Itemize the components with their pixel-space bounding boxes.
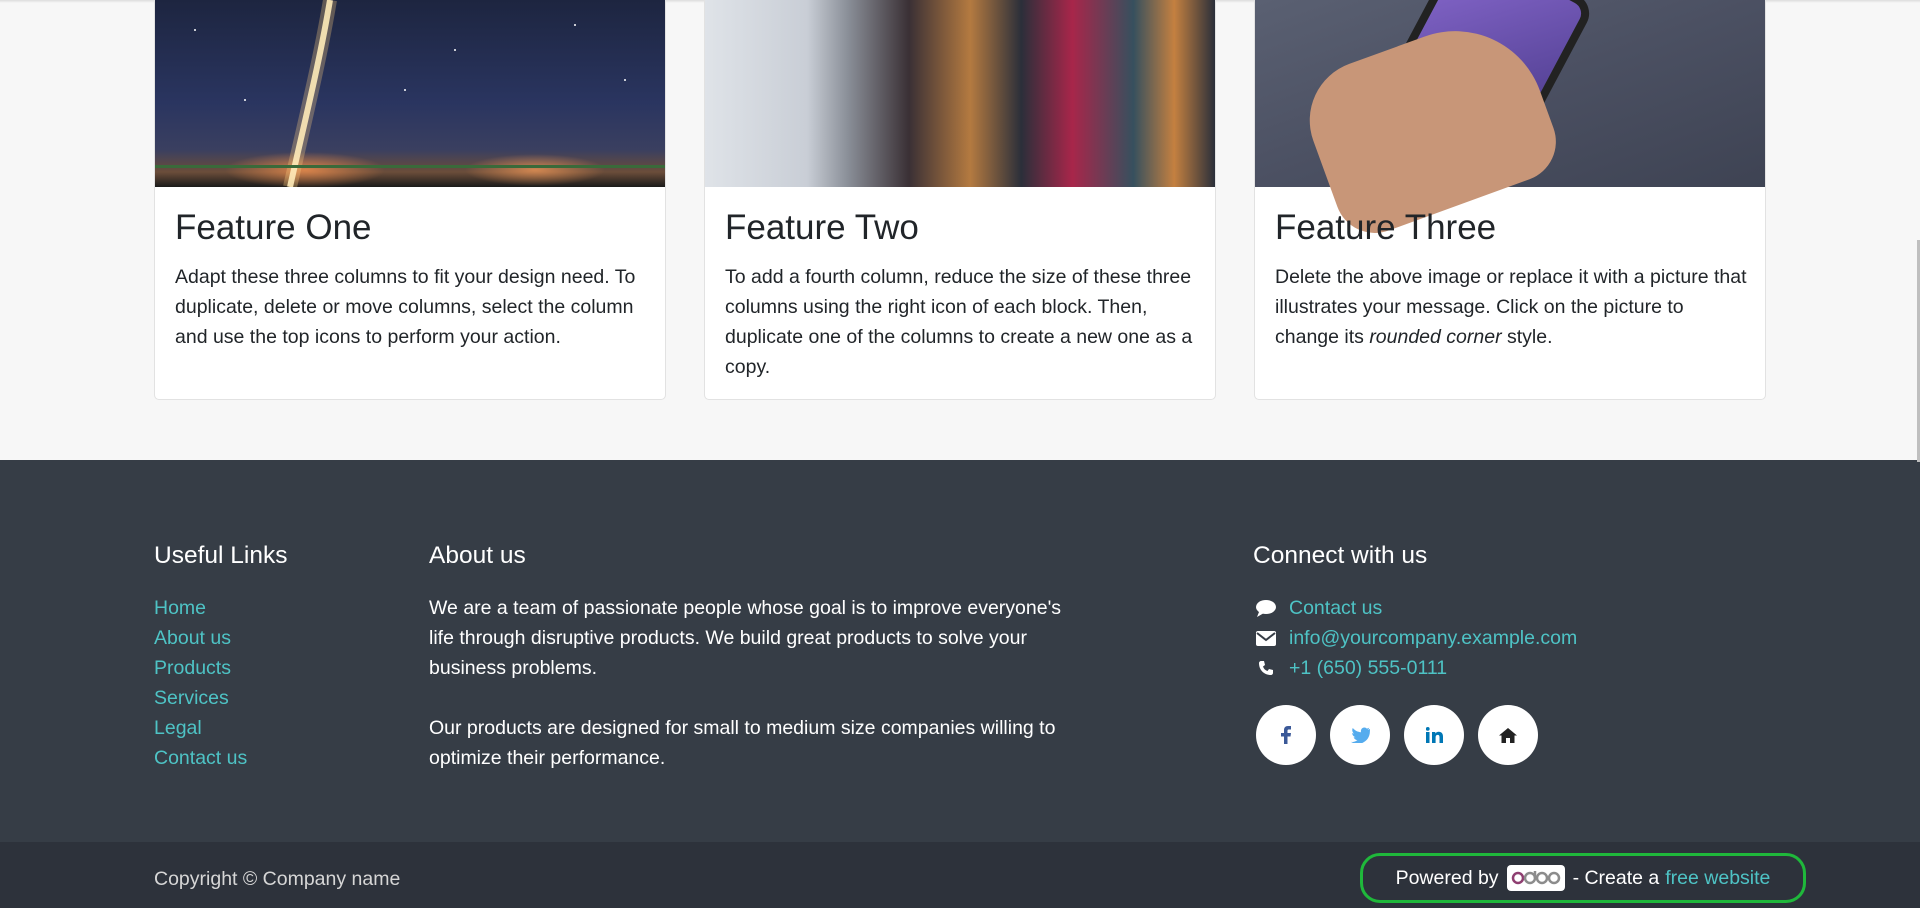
feature-text-emphasis: rounded corner bbox=[1369, 326, 1502, 348]
contact-us-link[interactable]: Contact us bbox=[1289, 593, 1382, 623]
about-paragraph: Our products are designed for small to m… bbox=[429, 717, 1056, 769]
link-legal[interactable]: Legal bbox=[154, 717, 202, 739]
facebook-icon bbox=[1281, 726, 1291, 744]
odoo-logo[interactable] bbox=[1506, 865, 1565, 891]
feature-text: Adapt these three columns to fit your de… bbox=[175, 266, 636, 348]
list-item: Legal bbox=[154, 713, 247, 743]
powered-by-text: Powered by bbox=[1395, 866, 1499, 889]
connect-list: Contact us info@yourcompany.example.com … bbox=[1253, 593, 1577, 683]
footer: Useful Links Home About us Products Serv… bbox=[0, 460, 1920, 842]
feature-text: To add a fourth column, reduce the size … bbox=[725, 266, 1193, 378]
home-button[interactable] bbox=[1478, 705, 1538, 765]
list-item: +1 (650) 555-0111 bbox=[1253, 653, 1577, 683]
phone-icon bbox=[1253, 658, 1279, 678]
link-home[interactable]: Home bbox=[154, 597, 206, 619]
list-item: info@yourcompany.example.com bbox=[1253, 623, 1577, 653]
about-paragraph: We are a team of passionate people whose… bbox=[429, 597, 1062, 679]
list-item: Services bbox=[154, 683, 247, 713]
free-website-link[interactable]: free website bbox=[1665, 867, 1770, 890]
home-icon bbox=[1499, 727, 1517, 743]
about-us-text: We are a team of passionate people whose… bbox=[429, 593, 1079, 773]
list-item: Home bbox=[154, 593, 247, 623]
feature-title: Feature Three bbox=[1275, 208, 1497, 247]
twitter-icon bbox=[1351, 727, 1370, 743]
footer-bottom-bar: Copyright © Company name Powered by - Cr… bbox=[0, 842, 1920, 908]
social-buttons bbox=[1256, 705, 1538, 765]
link-products[interactable]: Products bbox=[154, 657, 231, 679]
rocket-launch-image[interactable] bbox=[155, 0, 665, 187]
phone-hand-image[interactable] bbox=[1255, 0, 1765, 245]
feature-card-one: Feature One Adapt these three columns to… bbox=[154, 0, 666, 400]
facebook-button[interactable] bbox=[1256, 705, 1316, 765]
linkedin-button[interactable] bbox=[1404, 705, 1464, 765]
feature-text: Delete the above image or replace it wit… bbox=[1275, 262, 1750, 352]
feature-text-part: style. bbox=[1501, 326, 1553, 348]
clothes-rack-image[interactable] bbox=[705, 0, 1215, 187]
useful-links-title: Useful Links bbox=[154, 542, 288, 569]
useful-links-list: Home About us Products Services Legal Co… bbox=[154, 593, 247, 773]
linkedin-icon bbox=[1425, 727, 1443, 743]
comment-icon bbox=[1253, 598, 1279, 618]
feature-card-three: Feature Three Delete the above image or … bbox=[1254, 0, 1766, 400]
link-about-us[interactable]: About us bbox=[154, 627, 231, 649]
feature-card-two: Feature Two To add a fourth column, redu… bbox=[704, 0, 1216, 400]
envelope-icon bbox=[1253, 628, 1279, 648]
features-section: Feature One Adapt these three columns to… bbox=[0, 0, 1920, 460]
twitter-button[interactable] bbox=[1330, 705, 1390, 765]
email-link[interactable]: info@yourcompany.example.com bbox=[1289, 623, 1577, 653]
about-us-title: About us bbox=[429, 542, 526, 569]
connect-title: Connect with us bbox=[1253, 542, 1428, 569]
rocket-trail-graphic bbox=[155, 0, 665, 187]
link-contact-us[interactable]: Contact us bbox=[154, 747, 247, 769]
copyright-text: Copyright © Company name bbox=[154, 868, 401, 890]
powered-by-badge: Powered by - Create a free website bbox=[1360, 853, 1806, 903]
create-text: - Create a bbox=[1572, 866, 1660, 889]
odoo-logo-graphic bbox=[1511, 871, 1560, 885]
list-item: Products bbox=[154, 653, 247, 683]
phone-link[interactable]: +1 (650) 555-0111 bbox=[1289, 653, 1447, 683]
list-item: Contact us bbox=[154, 743, 247, 773]
feature-title: Feature One bbox=[175, 208, 372, 247]
list-item: About us bbox=[154, 623, 247, 653]
feature-title: Feature Two bbox=[725, 208, 919, 247]
list-item: Contact us bbox=[1253, 593, 1577, 623]
link-services[interactable]: Services bbox=[154, 687, 229, 709]
